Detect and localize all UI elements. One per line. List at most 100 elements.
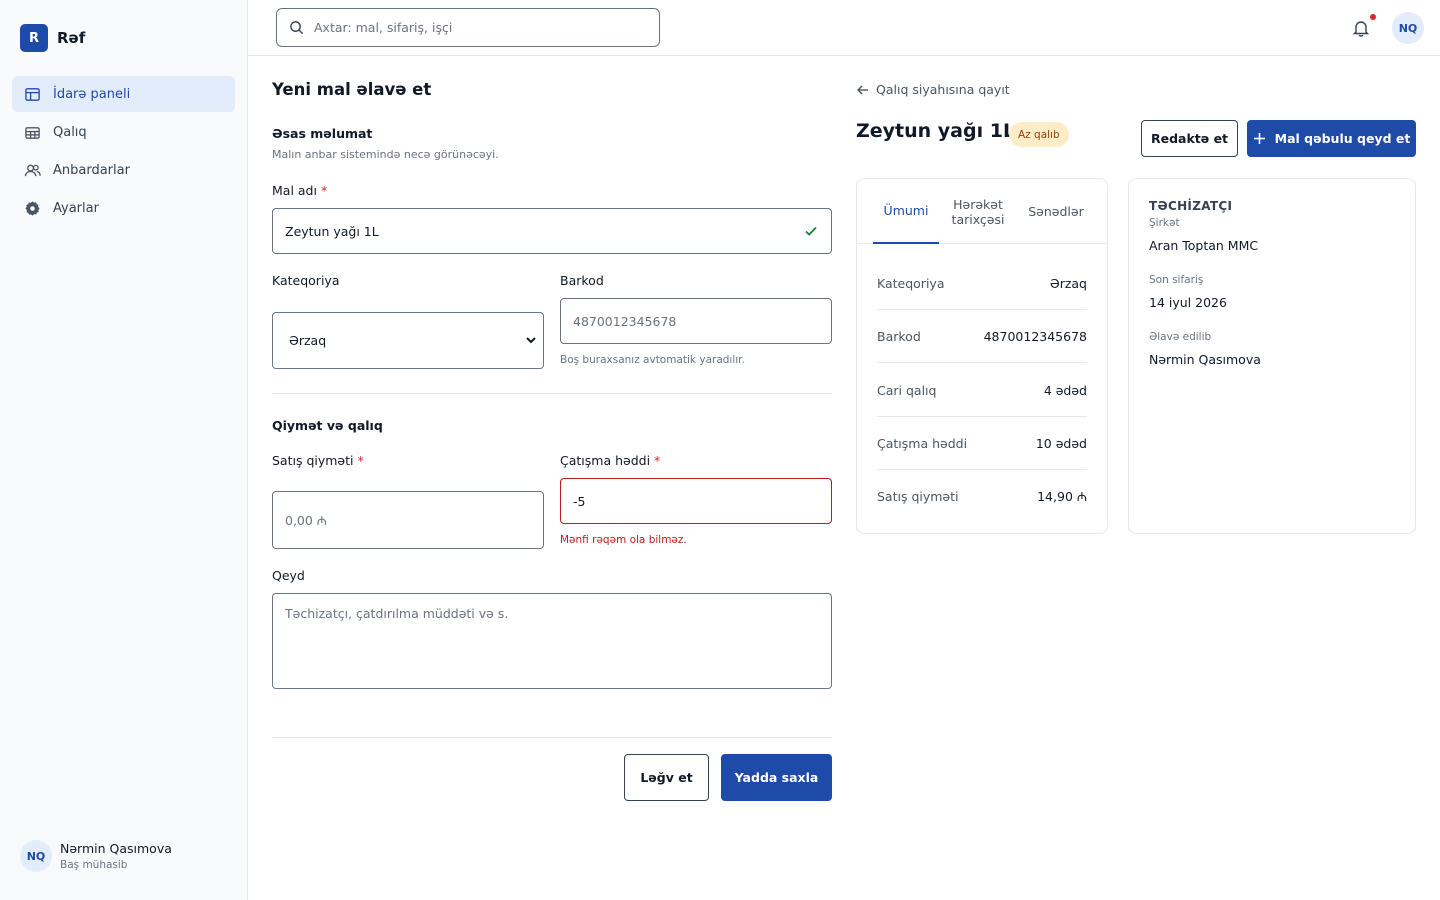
cancel-button[interactable]: Ləğv et — [624, 754, 709, 801]
sidebar: R Rəf İdarə paneli Qalıq Anbardarlar Aya… — [0, 0, 248, 900]
brand-name: Rəf — [57, 29, 86, 47]
barcode-input[interactable] — [573, 313, 831, 329]
barcode-hint: Boş buraxsanız avtomatik yaradılır. — [560, 354, 745, 366]
sidebar-item-label: Anbardarlar — [53, 162, 130, 178]
receive-goods-label: Mal qəbulu qeyd et — [1274, 131, 1411, 146]
detail-row: Satış qiyməti 14,90 ₼ — [877, 470, 1087, 523]
note-textarea[interactable] — [285, 606, 831, 676]
price-label: Satış qiyməti * — [272, 453, 364, 468]
back-link[interactable]: Qalıq siyahısına qayıt — [856, 82, 1010, 97]
section-title-price: Qiymət və qalıq — [272, 418, 383, 433]
required-mark: * — [320, 183, 328, 198]
receive-goods-button[interactable]: Mal qəbulu qeyd et — [1247, 120, 1416, 157]
last-order-label: Son sifariş — [1149, 274, 1204, 286]
user-name: Nərmin Qasımova — [60, 841, 172, 856]
brand-logo: R — [20, 24, 48, 52]
search-box[interactable] — [276, 8, 660, 47]
dashboard-icon — [25, 87, 40, 101]
avatar[interactable]: NQ — [1392, 12, 1424, 44]
tab-bar: Ümumi Hərəkət tarixçəsi Sənədlər — [857, 179, 1107, 244]
check-icon — [805, 226, 817, 236]
detail-row: Cari qalıq 4 ədəd — [877, 364, 1087, 417]
last-order-value: 14 iyul 2026 — [1149, 295, 1227, 310]
row-key: Satış qiyməti — [877, 489, 959, 504]
sidebar-item-label: İdarə paneli — [53, 86, 131, 102]
brand[interactable]: R Rəf — [20, 24, 85, 52]
detail-row: Kateqoriya Ərzaq — [877, 257, 1087, 310]
note-field[interactable] — [272, 593, 832, 689]
name-label: Mal adı * — [272, 183, 327, 198]
tab-general[interactable]: Ümumi — [873, 179, 939, 244]
detail-row: Barkod 4870012345678 — [877, 310, 1087, 363]
sidebar-nav: İdarə paneli Qalıq Anbardarlar Ayarlar — [12, 76, 235, 228]
required-mark: * — [654, 453, 661, 468]
sidebar-item-label: Qalıq — [53, 124, 87, 140]
name-label-text: Mal adı — [272, 183, 317, 198]
avatar: NQ — [20, 840, 52, 872]
sidebar-item-settings[interactable]: Ayarlar — [12, 190, 235, 226]
threshold-label-text: Çatışma həddi — [560, 453, 651, 468]
user-role: Baş mühasib — [60, 859, 128, 871]
status-badge: Az qalıb — [1009, 122, 1069, 147]
arrow-left-icon — [857, 85, 868, 94]
threshold-label: Çatışma həddi * — [560, 453, 660, 468]
supplier-title: TƏCHİZATÇI — [1149, 199, 1233, 213]
tab-history[interactable]: Hərəkət tarixçəsi — [945, 179, 1011, 244]
user-card[interactable]: NQ Nərmin Qasımova Baş mühasib — [20, 840, 172, 872]
added-by-label: Əlavə edilib — [1149, 331, 1212, 343]
section-subtitle: Malın anbar sistemində necə görünəcəyi. — [272, 148, 499, 161]
name-field[interactable] — [272, 208, 832, 254]
required-mark: * — [357, 453, 364, 468]
plus-icon — [1253, 133, 1265, 144]
detail-row: Çatışma həddi 10 ədəd — [877, 417, 1087, 470]
tab-documents[interactable]: Sənədlər — [1021, 179, 1091, 244]
users-icon — [24, 164, 41, 176]
gear-icon — [25, 200, 40, 216]
threshold-input[interactable] — [573, 493, 831, 509]
row-value: 14,90 ₼ — [1037, 489, 1087, 504]
price-label-text: Satış qiyməti — [272, 453, 354, 468]
price-field[interactable] — [272, 491, 544, 549]
section-title-basic: Əsas məlumat — [272, 126, 373, 141]
added-by-value: Nərmin Qasımova — [1149, 352, 1261, 367]
sidebar-item-dashboard[interactable]: İdarə paneli — [12, 76, 235, 112]
barcode-label: Barkod — [560, 273, 604, 288]
name-input[interactable] — [285, 223, 831, 239]
topbar: NQ — [248, 0, 1440, 56]
barcode-field[interactable] — [560, 298, 832, 344]
threshold-error: Mənfi rəqəm ola bilməz. — [560, 534, 687, 546]
row-key: Cari qalıq — [877, 382, 937, 398]
sidebar-item-stock[interactable]: Qalıq — [12, 114, 235, 150]
notification-dot — [1370, 14, 1376, 20]
threshold-field[interactable] — [560, 478, 832, 524]
sidebar-item-label: Ayarlar — [53, 200, 99, 216]
bell-icon[interactable] — [1351, 18, 1371, 38]
details-card: Ümumi Hərəkət tarixçəsi Sənədlər Kateqor… — [856, 178, 1108, 534]
divider — [272, 393, 832, 394]
category-dropdown[interactable]: Ərzaq — [285, 332, 539, 349]
row-key: Kateqoriya — [877, 275, 945, 291]
row-key: Barkod — [877, 328, 921, 344]
row-value: 4870012345678 — [983, 328, 1087, 344]
edit-button[interactable]: Redaktə et — [1141, 120, 1238, 157]
table-icon — [25, 126, 40, 139]
category-select[interactable]: Ərzaq — [272, 312, 544, 369]
back-link-label: Qalıq siyahısına qayıt — [876, 82, 1010, 97]
row-value: 4 ədəd — [1043, 382, 1087, 398]
price-input[interactable] — [285, 512, 543, 528]
product-title: Zeytun yağı 1L — [856, 120, 1016, 142]
save-button[interactable]: Yadda saxla — [721, 754, 832, 801]
row-key: Çatışma həddi — [877, 435, 968, 451]
company-label: Şirkət — [1149, 217, 1180, 229]
row-value: 10 ədəd — [1035, 435, 1087, 451]
search-icon — [290, 21, 304, 35]
supplier-card: TƏCHİZATÇI Şirkət Aran Toptan MMC Son si… — [1128, 178, 1416, 534]
search-input[interactable] — [314, 20, 634, 35]
row-value: Ərzaq — [1049, 275, 1087, 291]
page-title: Yeni mal əlavə et — [272, 80, 432, 99]
note-label: Qeyd — [272, 568, 305, 583]
company-value: Aran Toptan MMC — [1149, 238, 1259, 253]
category-label: Kateqoriya — [272, 273, 340, 288]
divider — [272, 737, 832, 738]
sidebar-item-storekeepers[interactable]: Anbardarlar — [12, 152, 235, 188]
